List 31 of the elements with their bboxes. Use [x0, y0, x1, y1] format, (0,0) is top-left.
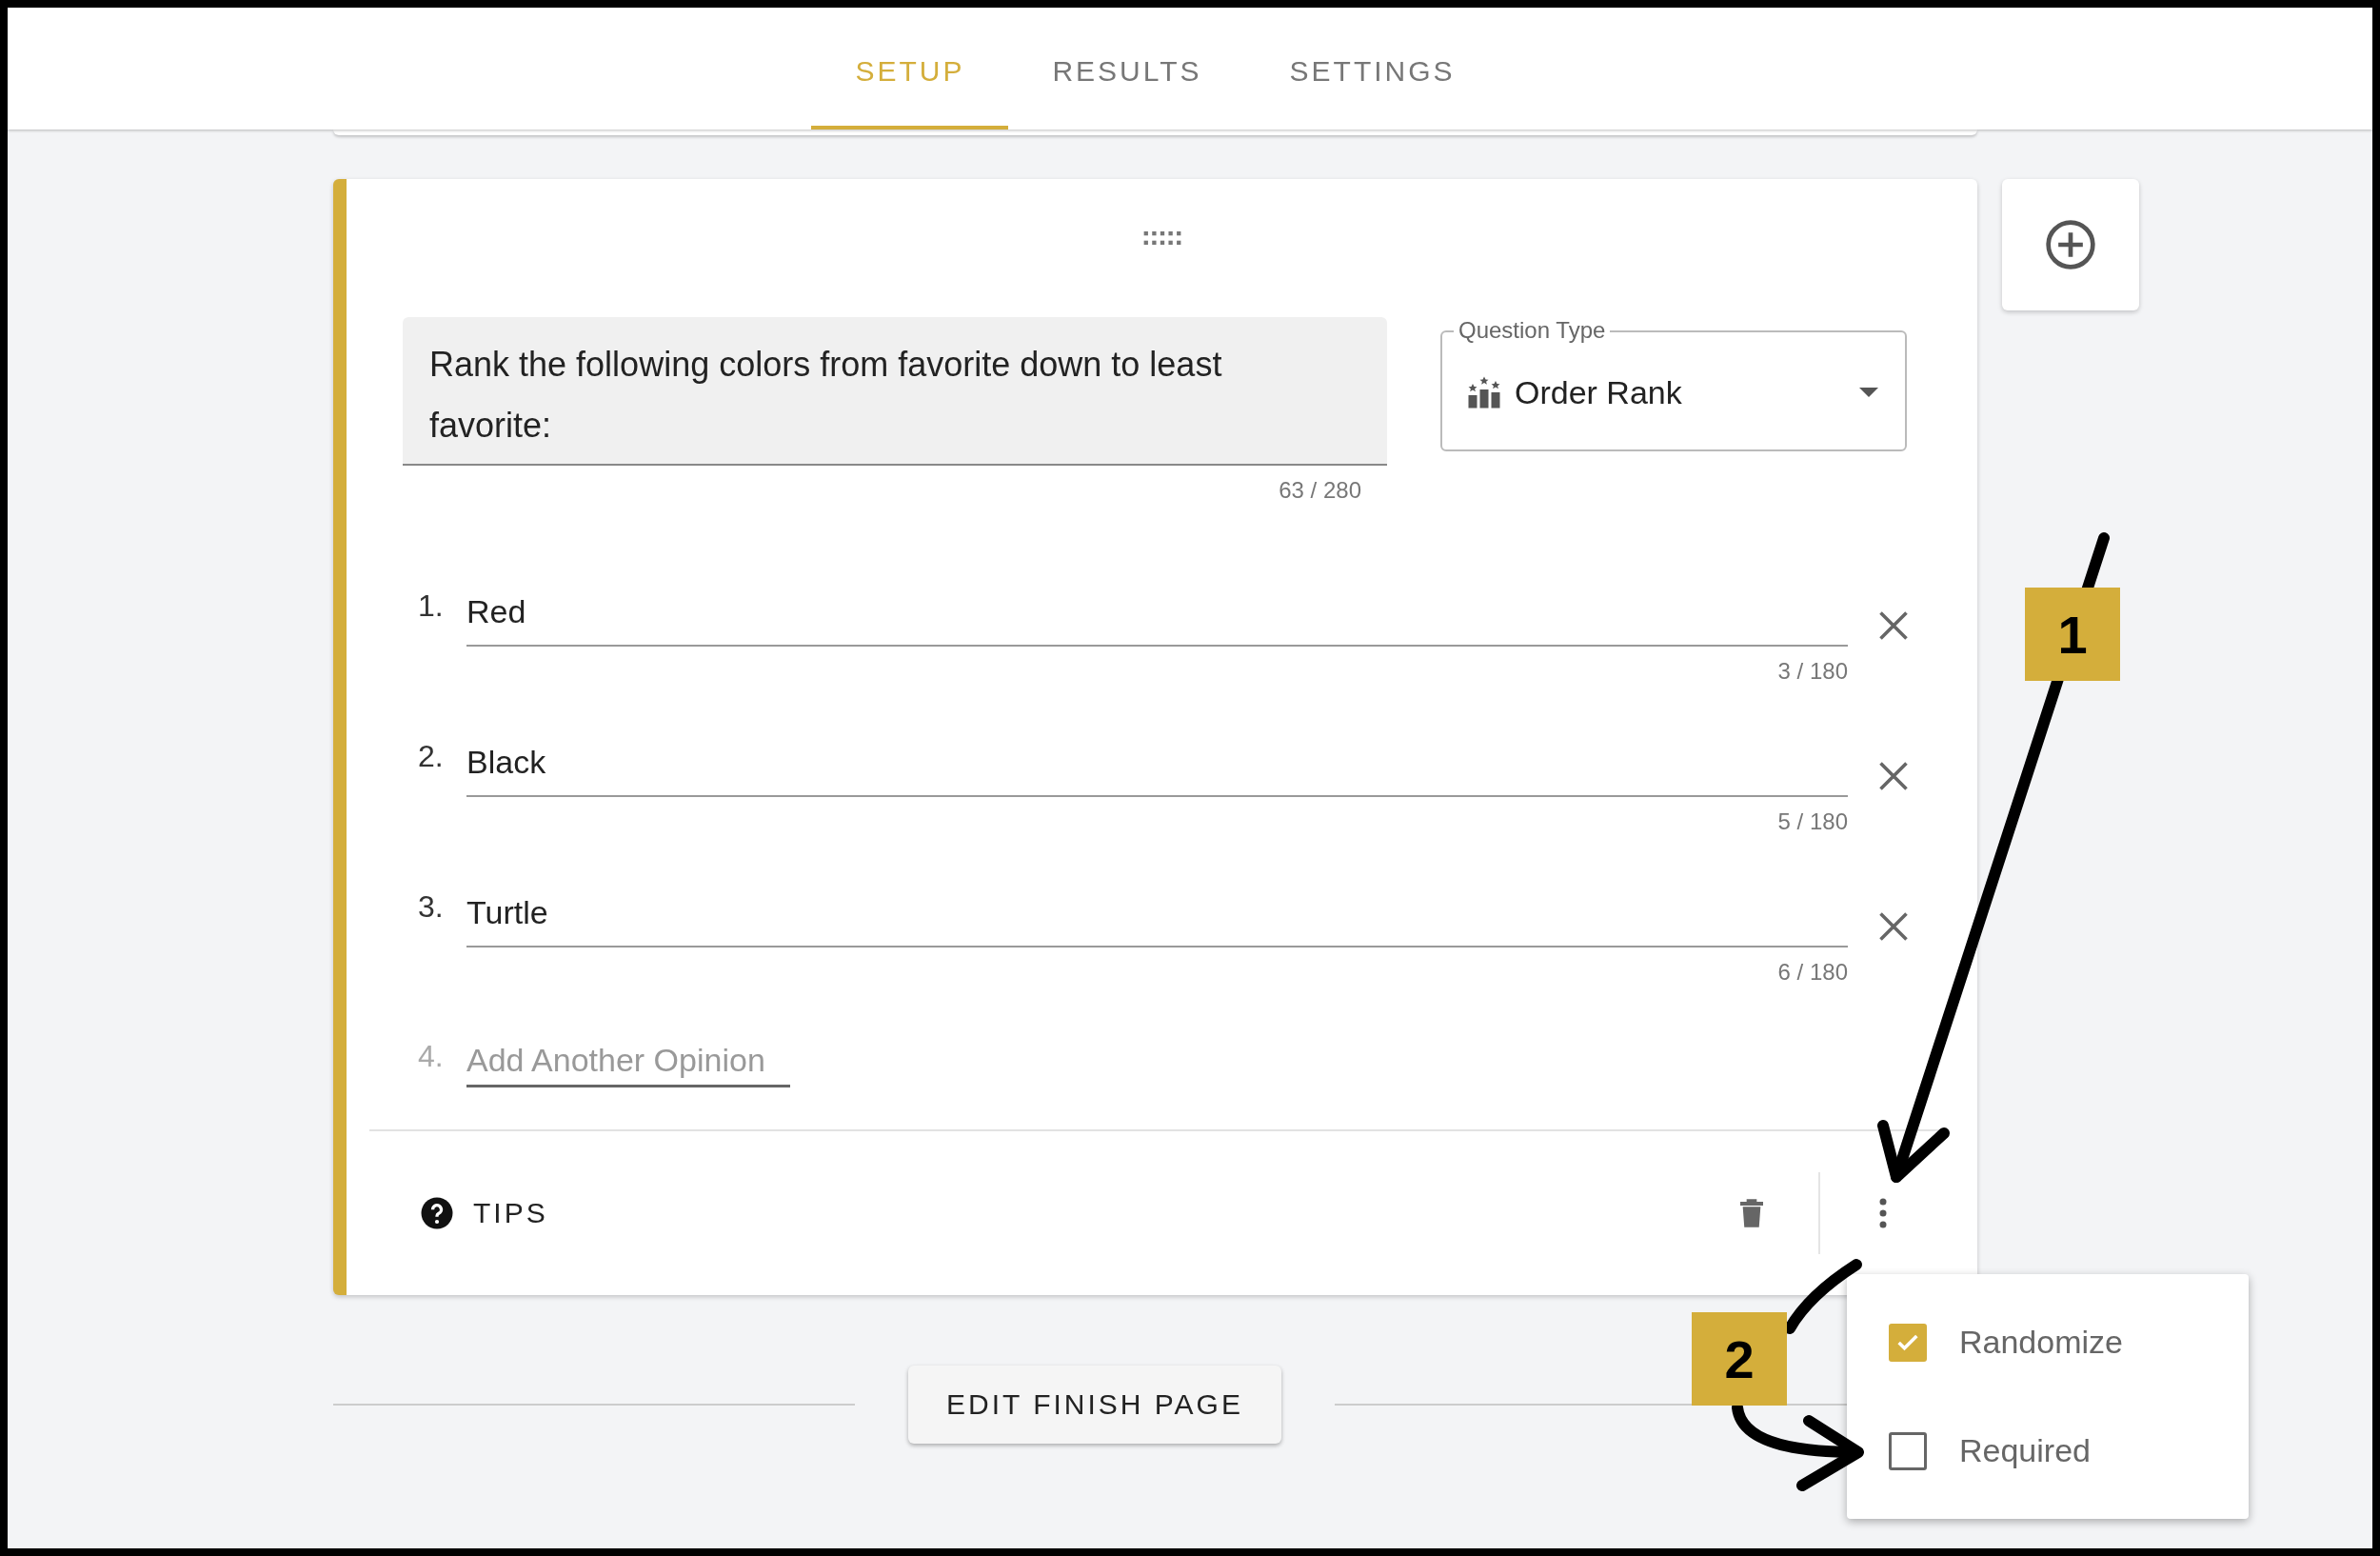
option-field[interactable]: Black — [466, 738, 1848, 797]
option-number: 2. — [418, 739, 445, 775]
character-counter: 3 / 180 — [1777, 658, 1848, 685]
add-question-button[interactable] — [2002, 179, 2139, 310]
ranking-icon — [1467, 375, 1501, 409]
option-number: 3. — [418, 889, 445, 926]
callout-badge: 1 — [2025, 588, 2120, 681]
option-field[interactable]: Red — [466, 588, 1848, 647]
new-option-field[interactable]: Add Another Opinion — [466, 1042, 790, 1087]
kebab-menu-icon — [1879, 1198, 1887, 1228]
character-counter: 6 / 180 — [1777, 959, 1848, 986]
edit-finish-page-button[interactable]: EDIT FINISH PAGE — [908, 1366, 1281, 1444]
option-number: 4. — [418, 1039, 445, 1075]
help-icon — [420, 1196, 454, 1230]
menu-item[interactable]: Required — [1847, 1430, 2249, 1471]
checkbox[interactable] — [1889, 1431, 1927, 1470]
tips-button[interactable]: TIPS — [420, 1196, 548, 1230]
dropdown-caret-icon — [1859, 388, 1878, 397]
drag-handle-icon — [1142, 231, 1181, 245]
tab[interactable]: SETTINGS — [1245, 8, 1499, 130]
menu-item[interactable]: Randomize — [1847, 1322, 2249, 1363]
question-text-field[interactable]: Rank the following colors from favorite down to least favorite: — [403, 317, 1387, 466]
tab[interactable]: RESULTS — [1008, 8, 1246, 130]
character-counter: 5 / 180 — [1777, 808, 1848, 835]
more-options-button[interactable] — [1879, 1198, 1887, 1228]
character-counter: 63 / 280 — [1279, 477, 1361, 504]
checkbox[interactable] — [1889, 1323, 1927, 1362]
callout-badge: 2 — [1692, 1312, 1787, 1406]
option-number: 1. — [418, 588, 445, 625]
option-field[interactable]: Turtle — [466, 888, 1848, 948]
add-circle-icon — [2044, 218, 2097, 271]
